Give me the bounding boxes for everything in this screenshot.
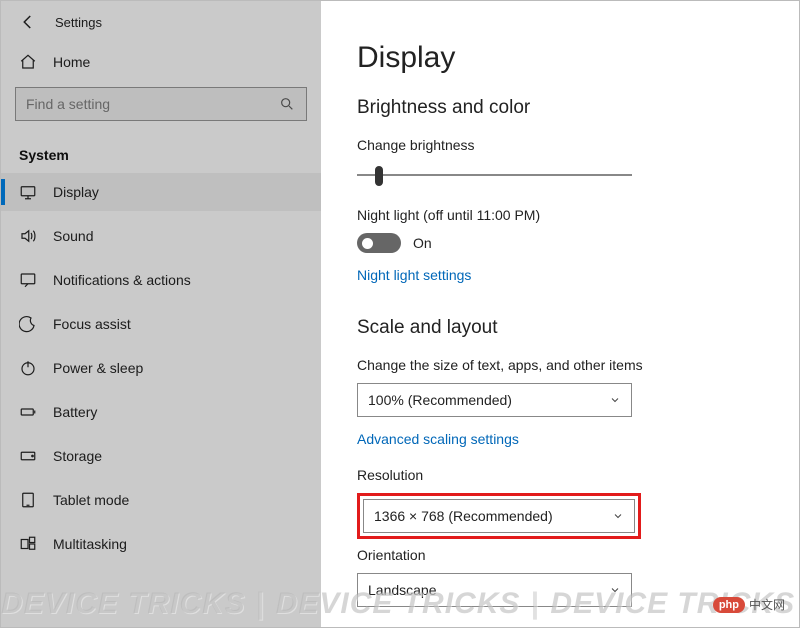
power-icon bbox=[19, 359, 37, 377]
nav-list: Display Sound Notifications & actions Fo… bbox=[1, 173, 321, 563]
orientation-value: Landscape bbox=[368, 582, 437, 598]
settings-sidebar: Settings Home System Display bbox=[1, 1, 321, 627]
search-field[interactable] bbox=[26, 96, 266, 112]
search-icon bbox=[278, 95, 296, 113]
chevron-down-icon bbox=[612, 510, 624, 522]
resolution-label: Resolution bbox=[357, 467, 763, 483]
sidebar-item-label: Sound bbox=[53, 228, 93, 244]
display-icon bbox=[19, 183, 37, 201]
scale-select[interactable]: 100% (Recommended) bbox=[357, 383, 632, 417]
section-brightness: Brightness and color bbox=[357, 97, 763, 119]
sidebar-item-label: Multitasking bbox=[53, 536, 127, 552]
night-light-label: Night light (off until 11:00 PM) bbox=[357, 207, 763, 223]
sound-icon bbox=[19, 227, 37, 245]
resolution-select[interactable]: 1366 × 768 (Recommended) bbox=[363, 499, 635, 533]
sidebar-item-label: Focus assist bbox=[53, 316, 131, 332]
sidebar-item-label: Battery bbox=[53, 404, 97, 420]
sidebar-item-label: Display bbox=[53, 184, 99, 200]
resolution-highlight: 1366 × 768 (Recommended) bbox=[357, 493, 641, 539]
orientation-select[interactable]: Landscape bbox=[357, 573, 632, 607]
home-icon bbox=[19, 53, 37, 71]
night-light-toggle[interactable] bbox=[357, 233, 401, 253]
chevron-down-icon bbox=[609, 394, 621, 406]
tablet-icon bbox=[19, 491, 37, 509]
focus-icon bbox=[19, 315, 37, 333]
back-arrow-icon[interactable] bbox=[19, 13, 37, 31]
brightness-label: Change brightness bbox=[357, 137, 763, 153]
scale-label: Change the size of text, apps, and other… bbox=[357, 357, 763, 373]
battery-icon bbox=[19, 403, 37, 421]
sidebar-item-tablet[interactable]: Tablet mode bbox=[1, 481, 321, 519]
page-title: Display bbox=[357, 41, 763, 75]
sidebar-item-label: Storage bbox=[53, 448, 102, 464]
sidebar-item-power[interactable]: Power & sleep bbox=[1, 349, 321, 387]
search-input[interactable] bbox=[15, 87, 307, 121]
night-light-settings-link[interactable]: Night light settings bbox=[357, 267, 471, 283]
window-title: Settings bbox=[55, 15, 102, 30]
advanced-scaling-link[interactable]: Advanced scaling settings bbox=[357, 431, 519, 447]
section-system: System bbox=[1, 139, 321, 173]
sidebar-item-focus[interactable]: Focus assist bbox=[1, 305, 321, 343]
orientation-label: Orientation bbox=[357, 547, 763, 563]
sidebar-item-notifications[interactable]: Notifications & actions bbox=[1, 261, 321, 299]
sidebar-item-display[interactable]: Display bbox=[1, 173, 321, 211]
brightness-slider[interactable] bbox=[357, 163, 632, 187]
notifications-icon bbox=[19, 271, 37, 289]
scale-value: 100% (Recommended) bbox=[368, 392, 512, 408]
sidebar-item-label: Tablet mode bbox=[53, 492, 129, 508]
home-label: Home bbox=[53, 54, 90, 70]
sidebar-item-storage[interactable]: Storage bbox=[1, 437, 321, 475]
sidebar-item-multitasking[interactable]: Multitasking bbox=[1, 525, 321, 563]
chevron-down-icon bbox=[609, 584, 621, 596]
sidebar-item-label: Power & sleep bbox=[53, 360, 143, 376]
sidebar-item-label: Notifications & actions bbox=[53, 272, 191, 288]
resolution-value: 1366 × 768 (Recommended) bbox=[374, 508, 553, 524]
main-content: Display Brightness and color Change brig… bbox=[321, 1, 799, 627]
multitasking-icon bbox=[19, 535, 37, 553]
slider-thumb[interactable] bbox=[375, 166, 383, 186]
section-scale: Scale and layout bbox=[357, 317, 763, 339]
storage-icon bbox=[19, 447, 37, 465]
sidebar-item-sound[interactable]: Sound bbox=[1, 217, 321, 255]
sidebar-item-battery[interactable]: Battery bbox=[1, 393, 321, 431]
home-nav[interactable]: Home bbox=[1, 43, 321, 81]
night-light-state: On bbox=[413, 235, 432, 251]
